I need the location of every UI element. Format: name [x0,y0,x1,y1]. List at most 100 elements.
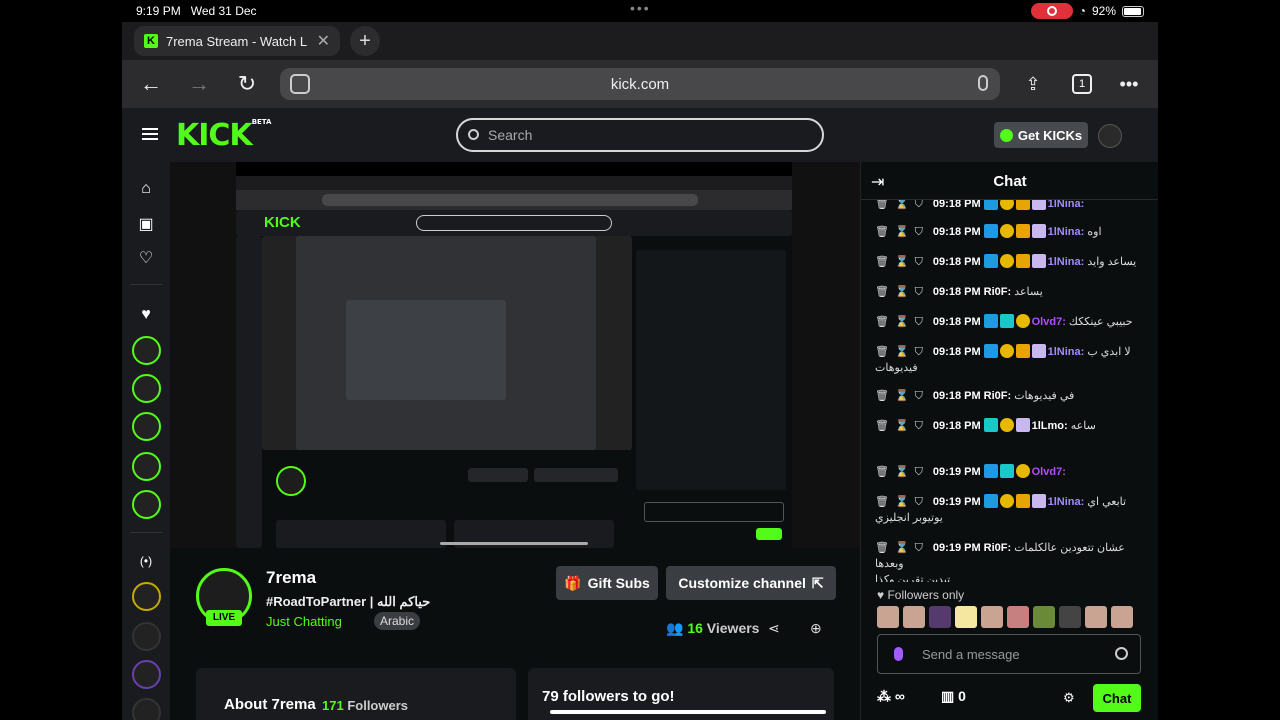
chat-username[interactable]: Olvd7: [1032,316,1066,328]
emoji-icon[interactable] [1115,647,1128,660]
moderation-icons[interactable]: 🗑⌛⛉ [875,388,929,404]
chat-message[interactable]: 🗑⌛⛉ 09:19 PM 1lNina: تابعي اي يوتيوبر انجلي… [875,494,1145,526]
address-bar[interactable]: kick.com [280,68,1000,100]
crown-badge-icon [1015,254,1030,268]
moderation-icons[interactable]: 🗑⌛⛉ [875,540,929,556]
chat-message[interactable]: 🗑⌛⛉ 09:18 PM 1lNina: لا ابدي ب فيديوهات [875,344,1145,376]
video-player[interactable]: KICK [170,162,860,548]
gift-subs-button[interactable]: 🎁 Gift Subs [556,566,658,600]
emote[interactable] [877,606,899,628]
message-text: يساعد [1011,286,1043,298]
chat-username[interactable]: Ri0F: [984,542,1012,554]
emote[interactable] [929,606,951,628]
emote[interactable] [903,606,925,628]
voice-icon[interactable] [894,647,903,661]
settings-gear-icon[interactable]: ⚙ [1063,690,1075,706]
chat-message[interactable]: 🗑⌛⛉ 09:19 PM Olvd7: [875,464,1145,480]
chat-message[interactable]: 🗑⌛⛉ 09:18 PM 1lNina: اوه [875,224,1145,240]
store-button[interactable]: ▥ 0 [941,688,966,705]
moderation-icons[interactable]: 🗑⌛⛉ [875,418,929,434]
back-arrow-icon[interactable]: ← [136,70,166,98]
recommended-channel-avatar[interactable] [132,698,161,720]
chat-message[interactable]: 🗑⌛⛉ 09:18 PM Ri0F: يساعد [875,284,1145,300]
share-icon[interactable]: ⋖ [768,620,780,637]
followed-channel-avatar[interactable] [132,374,161,403]
page-tools-icon[interactable] [290,74,310,94]
video-scrub-bar[interactable] [440,542,588,545]
followed-channel-avatar[interactable] [132,412,161,441]
chat-message[interactable]: 🗑⌛⛉ 09:18 PM Ri0F: في فيديوهات [875,388,1145,404]
moderation-icons[interactable]: 🗑⌛⛉ [875,494,929,510]
tab-switcher-button[interactable]: 1 [1072,74,1092,94]
following-heart-icon[interactable]: ♡ [137,250,155,268]
moderation-icons[interactable]: 🗑⌛⛉ [875,254,929,270]
emote[interactable] [1059,606,1081,628]
chat-username[interactable]: 1lNina: [1048,256,1085,268]
crown-badge-icon [1015,200,1030,210]
chat-message[interactable]: 🗑⌛⛉ 09:19 PM Ri0F: عشان تتعودين عالكلمات و… [875,540,1145,582]
crown-badge-icon [1015,224,1030,238]
reload-icon[interactable]: ↻ [232,70,262,98]
recommended-channel-avatar[interactable] [132,622,161,651]
send-message-input[interactable]: Send a message [877,634,1141,674]
recommended-channel-avatar[interactable] [132,582,161,611]
kick-logo[interactable]: KICKBETA [176,118,271,153]
chat-footer: ⁂ ∞ ▥ 0 ⚙ Chat [877,684,1141,712]
chat-username[interactable]: Olvd7: [1032,466,1066,478]
moderation-icons[interactable]: 🗑⌛⛉ [875,284,929,300]
chat-username[interactable]: Ri0F: [984,390,1012,402]
moderation-icons[interactable]: 🗑⌛⛉ [875,314,929,330]
share-icon[interactable]: ⇪ [1018,70,1048,98]
chat-username[interactable]: 1lNina: [1048,496,1085,508]
recommended-channel-avatar[interactable] [132,660,161,689]
chat-message[interactable]: 🗑⌛⛉ 09:18 PM 1lNina: [875,200,1145,212]
moderation-icons[interactable]: 🗑⌛⛉ [875,464,929,480]
emote[interactable] [1033,606,1055,628]
moderation-icons[interactable]: 🗑⌛⛉ [875,200,929,212]
kicks-infinity-icon[interactable]: ⁂ ∞ [877,688,905,705]
multitask-dots-icon[interactable]: ••• [630,0,651,16]
search-input[interactable]: Search [456,118,824,152]
microphone-icon[interactable] [978,75,988,91]
customize-channel-button[interactable]: Customize channel ⇱ [666,566,836,600]
user-avatar[interactable] [1098,124,1122,148]
chat-message[interactable]: 🗑⌛⛉ 09:18 PM Olvd7: حبيبي عينككك [875,314,1145,330]
emote[interactable] [1007,606,1029,628]
emote[interactable] [955,606,977,628]
browser-tab[interactable]: K 7rema Stream - Watch L ✕ [134,26,340,56]
emote[interactable] [981,606,1003,628]
chat-username[interactable]: 1lLmo: [1032,420,1068,432]
moderation-icons[interactable]: 🗑⌛⛉ [875,344,929,360]
send-chat-button[interactable]: Chat [1093,684,1141,712]
moderation-icons[interactable]: 🗑⌛⛉ [875,224,929,240]
follow-user-icon[interactable]: ⊕ [810,620,822,637]
emote[interactable] [1085,606,1107,628]
chat-username[interactable]: 1lNina: [1048,200,1085,210]
more-menu-icon[interactable]: ••• [1114,70,1144,98]
founder-badge-icon [1015,464,1030,478]
new-tab-button[interactable]: + [350,26,380,56]
chat-message[interactable]: 🗑⌛⛉ 09:18 PM 1lNina: يساعد وايد [875,254,1145,270]
followers-count: 171 Followers [322,698,409,713]
message-text: يساعد وايد [1084,256,1137,268]
followed-channel-avatar[interactable] [132,452,161,481]
chat-username[interactable]: 1lNina: [1048,346,1085,358]
status-time: 9:19 PM Wed 31 Dec [136,4,257,18]
screen-record-icon[interactable] [1030,3,1073,19]
chat-username[interactable]: 1lNina: [1048,226,1085,238]
chat-username[interactable]: Ri0F: [984,286,1012,298]
home-icon[interactable]: ⌂ [137,180,155,198]
category-link[interactable]: Just Chatting [266,614,342,629]
followed-channel-avatar[interactable] [132,490,161,519]
browse-icon[interactable]: ▣ [137,216,155,234]
language-tag[interactable]: Arabic [374,612,421,630]
channel-name[interactable]: 7rema [266,568,316,588]
chat-message[interactable]: 🗑⌛⛉ 09:18 PM 1lLmo: ساعه [875,418,1145,434]
get-kicks-button[interactable]: Get KICKs [994,122,1088,148]
home-indicator[interactable] [550,710,826,714]
followed-channel-avatar[interactable] [132,336,161,365]
emote[interactable] [1111,606,1133,628]
menu-icon[interactable] [142,128,158,140]
forward-arrow-icon[interactable]: → [184,70,214,98]
close-tab-icon[interactable]: ✕ [317,31,330,51]
